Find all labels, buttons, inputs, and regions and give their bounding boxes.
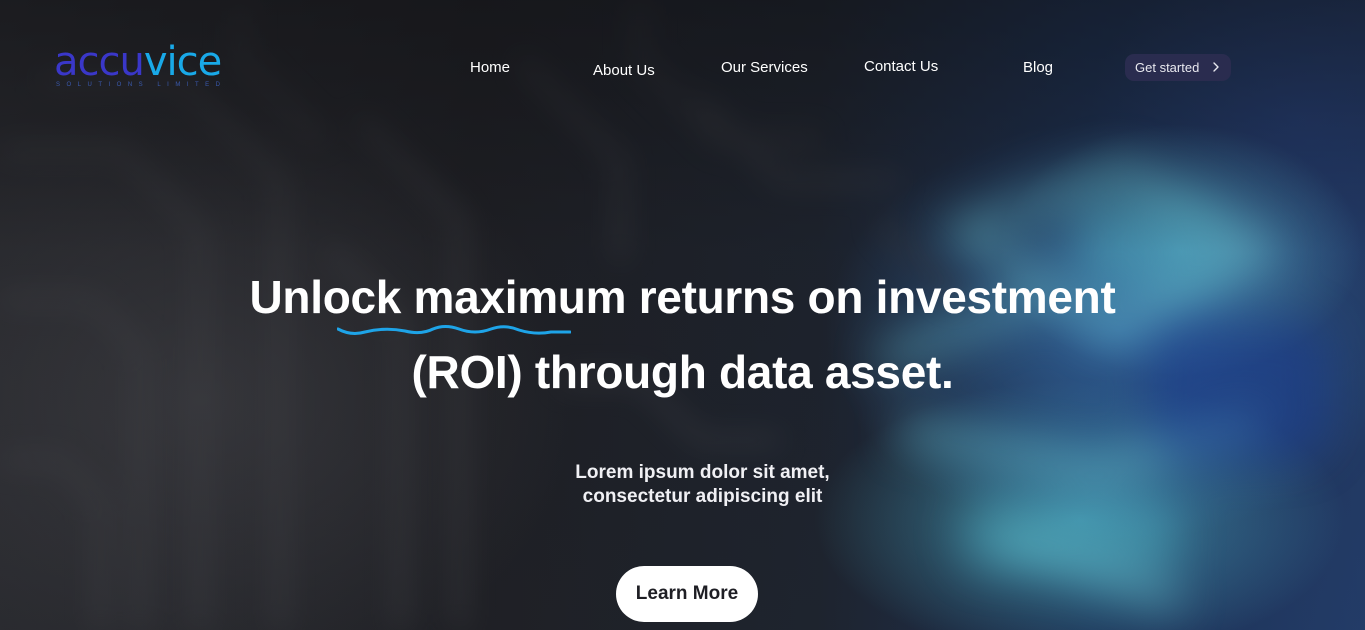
get-started-label: Get started [1135, 60, 1200, 75]
chevron-right-icon [1213, 62, 1219, 72]
hero-subtitle-line-1: Lorem ipsum dolor sit amet, [575, 462, 830, 483]
logo-wordmark-accu: accu [54, 39, 145, 85]
get-started-button[interactable]: Get started [1125, 54, 1231, 81]
nav-item-about-us[interactable]: About Us [593, 62, 655, 79]
learn-more-button[interactable]: Learn More [616, 566, 758, 622]
logo-tagline: SOLUTIONS LIMITED [56, 82, 227, 88]
logo-wordmark: accuvice [54, 39, 222, 85]
nav-item-our-services[interactable]: Our Services [721, 59, 808, 76]
hero-title-line-1: Unlock maximum returns on investment [249, 271, 1116, 323]
nav-item-blog[interactable]: Blog [1023, 59, 1053, 76]
hero-title-line-2: (ROI) through data asset. [411, 346, 954, 398]
accuvice-logo[interactable]: accuvice SOLUTIONS LIMITED [54, 40, 254, 92]
underline-squiggle [337, 325, 571, 335]
hero-subtitle-line-2: consectetur adipiscing elit [582, 486, 823, 507]
logo-wordmark-vice: vice [143, 39, 222, 85]
nav-item-home[interactable]: Home [470, 59, 510, 76]
landing-page: accuvice SOLUTIONS LIMITED Home About Us… [0, 0, 1365, 630]
nav-item-contact-us[interactable]: Contact Us [864, 58, 938, 75]
